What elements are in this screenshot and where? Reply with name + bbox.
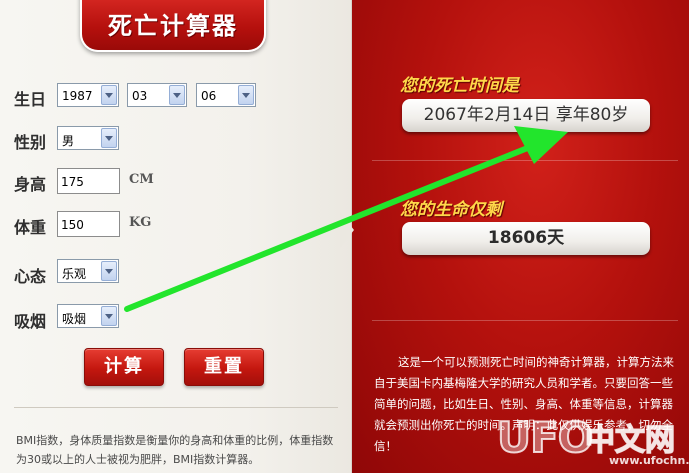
arrow-head — [514, 126, 568, 164]
arrow-shaft — [124, 144, 533, 312]
green-arrow-annotation — [124, 126, 568, 312]
